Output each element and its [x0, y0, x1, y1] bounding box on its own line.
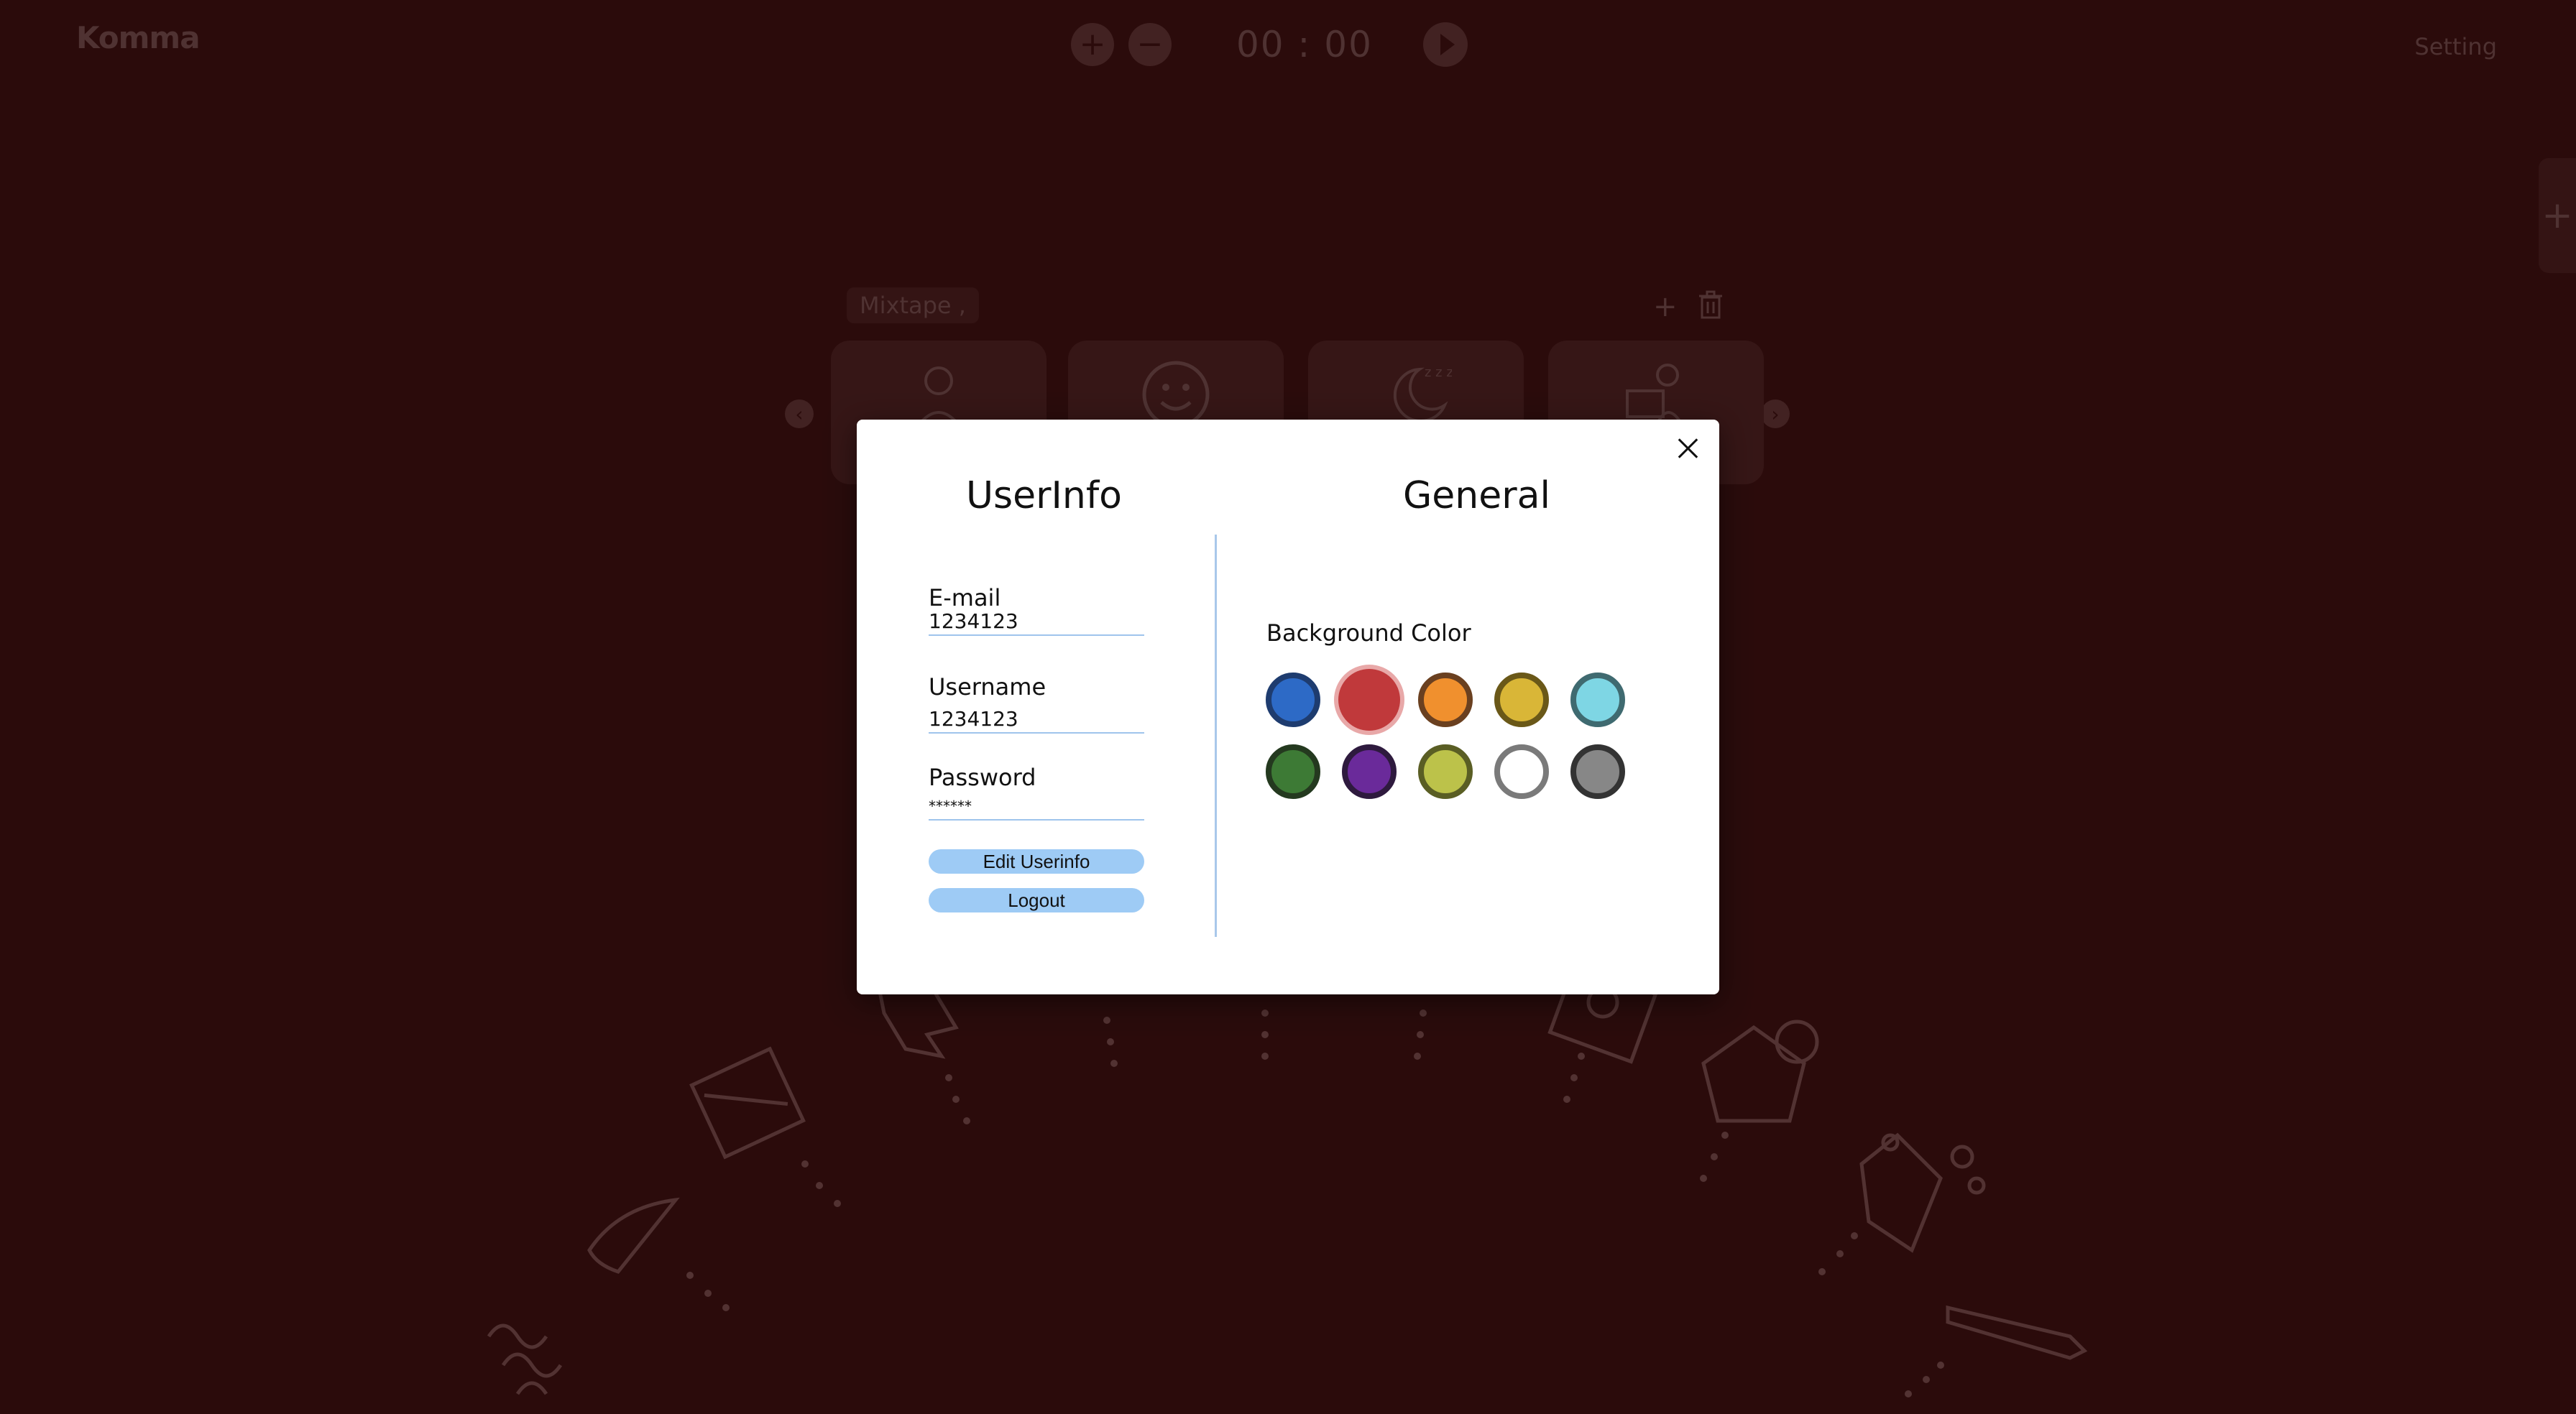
username-input[interactable]: [929, 707, 1144, 734]
color-swatch-purple[interactable]: [1342, 744, 1397, 799]
edit-userinfo-button[interactable]: Edit Userinfo: [929, 849, 1144, 874]
email-label: E-mail: [929, 584, 1001, 611]
background-color-label: Background Color: [1266, 619, 1471, 647]
userinfo-title: UserInfo: [966, 474, 1122, 517]
color-swatch-lime[interactable]: [1418, 744, 1473, 799]
password-label: Password: [929, 764, 1036, 791]
color-swatch-cyan[interactable]: [1570, 673, 1625, 727]
password-input[interactable]: [929, 798, 1144, 821]
username-label: Username: [929, 673, 1046, 701]
email-input[interactable]: [929, 609, 1144, 636]
settings-modal: UserInfo General E-mail Username Passwor…: [857, 420, 1719, 994]
column-divider: [1215, 535, 1217, 937]
color-swatch-green[interactable]: [1266, 744, 1320, 799]
email-field: E-mail: [929, 586, 1144, 636]
color-swatch-red[interactable]: [1338, 669, 1400, 731]
color-swatch-yellow[interactable]: [1494, 673, 1549, 727]
logout-button[interactable]: Logout: [929, 888, 1144, 912]
close-icon[interactable]: [1673, 434, 1702, 463]
color-swatch-blue[interactable]: [1266, 673, 1320, 727]
color-swatch-orange[interactable]: [1418, 673, 1473, 727]
general-title: General: [1403, 474, 1550, 517]
username-field: Username: [929, 675, 1144, 734]
password-field: Password: [929, 766, 1144, 821]
color-swatch-gray[interactable]: [1570, 744, 1625, 799]
background-color-swatches: [1266, 669, 1625, 799]
color-swatch-white[interactable]: [1494, 744, 1549, 799]
